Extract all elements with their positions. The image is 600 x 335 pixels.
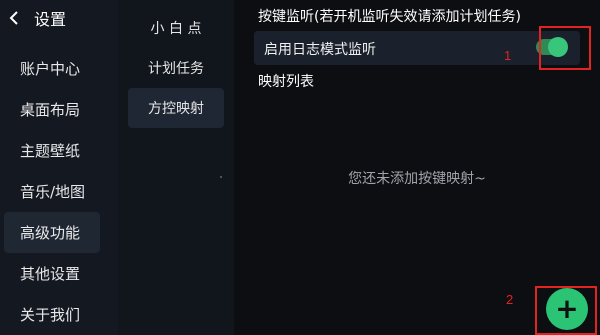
sidebar-item-label: 关于我们 [20,306,81,324]
sidebar-item-about[interactable]: 关于我们 [0,294,118,335]
advanced-submenu: 小 白 点 计划任务 方控映射 [118,0,234,335]
sidebar-list: 账户中心 桌面布局 主题壁纸 音乐/地图 高级功能 其他设置 关于我们 [0,48,118,335]
sidebar-item-desktop-layout[interactable]: 桌面布局 [0,89,118,130]
sidebar-item-label: 主题壁纸 [20,142,81,160]
submenu-item-label: 小 白 点 [150,21,202,37]
sidebar-item-label: 桌面布局 [20,101,81,119]
sidebar-title: 设置 [34,10,67,29]
submenu-item-label: 计划任务 [148,61,204,77]
sidebar-item-label: 账户中心 [20,60,81,78]
sidebar-item-label: 音乐/地图 [20,183,86,201]
sidebar-item-music-map[interactable]: 音乐/地图 [0,171,118,212]
submenu-item-label: 方控映射 [148,101,204,117]
annotation-number-2: 2 [506,292,514,307]
sidebar-item-account[interactable]: 账户中心 [0,48,118,89]
submenu-list: 小 白 点 计划任务 方控映射 [118,8,234,128]
submenu-item-scheduled-tasks[interactable]: 计划任务 [128,48,224,88]
submenu-item-key-mapping[interactable]: 方控映射 [128,88,224,128]
log-mode-label: 启用日志模式监听 [264,42,376,58]
settings-sidebar: 设置 账户中心 桌面布局 主题壁纸 音乐/地图 高级功能 其他设置 关于我们 [0,0,118,335]
annotation-number-1: 1 [504,48,512,63]
sidebar-header: 设置 [0,0,118,36]
key-listen-section-title: 按键监听(若开机监听失效请添加计划任务) [258,9,521,25]
log-mode-row: 启用日志模式监听 [254,31,580,65]
submenu-item-floating-dot[interactable]: 小 白 点 [128,8,224,48]
sidebar-item-theme-wallpaper[interactable]: 主题壁纸 [0,130,118,171]
mapping-list-title: 映射列表 [258,74,314,90]
key-mapping-panel: 按键监听(若开机监听失效请添加计划任务) 启用日志模式监听 映射列表 您还未添加… [234,0,600,335]
empty-state-text: 您还未添加按键映射~ [348,171,486,187]
sidebar-item-advanced[interactable]: 高级功能 [4,212,100,253]
annotation-box-2 [535,286,597,335]
sidebar-item-label: 其他设置 [20,265,81,283]
sidebar-item-other-settings[interactable]: 其他设置 [0,253,118,294]
sidebar-item-label: 高级功能 [20,224,81,242]
back-arrow-icon[interactable] [6,10,22,26]
scroll-indicator [220,176,222,178]
annotation-box-1 [539,26,591,70]
